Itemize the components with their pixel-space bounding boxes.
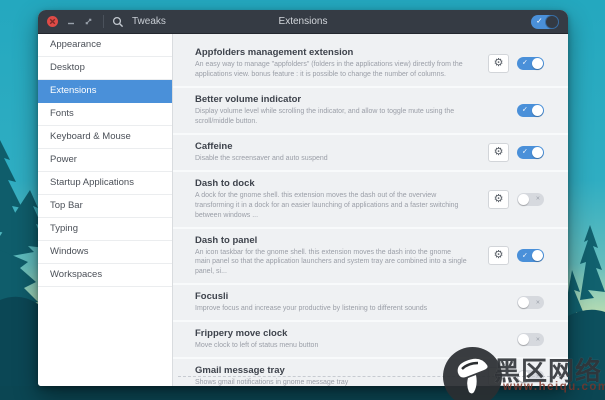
extension-title: Dash to panel	[195, 235, 467, 246]
extension-row-gmail-message-tray: Gmail message tray Shows gmail notificati…	[173, 357, 568, 386]
gear-icon: ⚙	[494, 250, 504, 261]
extension-description: Display volume level while scrolling the…	[195, 107, 467, 127]
minimize-icon	[67, 18, 75, 26]
sidebar-item-extensions[interactable]: Extensions	[38, 80, 172, 103]
cross-icon: ×	[536, 195, 540, 202]
extension-text: Dash to dock A dock for the gnome shell. …	[195, 178, 467, 221]
extension-title: Gmail message tray	[195, 365, 348, 376]
extension-controls: ⚙×	[480, 190, 544, 209]
extension-text: Dash to panel An icon taskbar for the gno…	[195, 235, 467, 278]
toggle-knob	[518, 334, 529, 345]
extension-row-dash-to-panel: Dash to panel An icon taskbar for the gno…	[173, 227, 568, 284]
extension-toggle[interactable]: ×	[517, 193, 544, 206]
extension-description: Move clock to left of status menu button	[195, 341, 318, 351]
titlebar: Tweaks Extensions ✓	[38, 10, 568, 34]
restore-icon	[84, 17, 93, 26]
sidebar: AppearanceDesktopExtensionsFontsKeyboard…	[38, 34, 173, 386]
extension-description: Disable the screensaver and auto suspend	[195, 154, 328, 164]
extension-toggle[interactable]: ×	[517, 296, 544, 309]
extension-text: Focusli Improve focus and increase your p…	[195, 291, 427, 314]
toggle-knob	[532, 147, 543, 158]
extension-row-frippery-move-clock: Frippery move clock Move clock to left of…	[173, 320, 568, 357]
extensions-panel: Appfolders management extension An easy w…	[173, 34, 568, 386]
extension-description: An easy way to manage "appfolders" (fold…	[195, 60, 467, 80]
sidebar-item-workspaces[interactable]: Workspaces	[38, 264, 172, 287]
sidebar-item-power[interactable]: Power	[38, 149, 172, 172]
app-label: Tweaks	[132, 16, 166, 27]
window-body: AppearanceDesktopExtensionsFontsKeyboard…	[38, 34, 568, 386]
close-button[interactable]	[47, 16, 58, 27]
sidebar-item-startup-applications[interactable]: Startup Applications	[38, 172, 172, 195]
sidebar-item-fonts[interactable]: Fonts	[38, 103, 172, 126]
titlebar-separator	[103, 15, 104, 28]
extension-text: Caffeine Disable the screensaver and auto…	[195, 141, 328, 164]
sidebar-item-appearance[interactable]: Appearance	[38, 34, 172, 57]
extension-toggle[interactable]: ✓	[517, 104, 544, 117]
extension-title: Caffeine	[195, 141, 328, 152]
gear-icon: ⚙	[494, 194, 504, 205]
extension-row-better-volume-indicator: Better volume indicator Display volume le…	[173, 86, 568, 133]
extension-title: Appfolders management extension	[195, 47, 467, 58]
check-icon: ✓	[536, 17, 543, 25]
extension-row-dash-to-dock: Dash to dock A dock for the gnome shell. …	[173, 170, 568, 227]
check-icon: ✓	[522, 149, 528, 156]
tweaks-window: Tweaks Extensions ✓ AppearanceDesktopExt…	[38, 10, 568, 386]
check-icon: ✓	[522, 60, 528, 67]
check-icon: ✓	[522, 107, 528, 114]
toggle-knob	[518, 194, 529, 205]
gear-icon: ⚙	[494, 58, 504, 69]
search-button[interactable]	[112, 16, 124, 28]
extension-toggle[interactable]: ✓	[517, 249, 544, 262]
sidebar-item-desktop[interactable]: Desktop	[38, 57, 172, 80]
extension-controls: ×	[509, 296, 544, 309]
toggle-knob	[518, 297, 529, 308]
extension-text: Appfolders management extension An easy w…	[195, 47, 467, 80]
extension-row-caffeine: Caffeine Disable the screensaver and auto…	[173, 133, 568, 170]
extension-settings-button[interactable]: ⚙	[488, 246, 509, 265]
extension-row-appfolders-management-extension: Appfolders management extension An easy w…	[173, 41, 568, 86]
extension-text: Frippery move clock Move clock to left of…	[195, 328, 318, 351]
extension-toggle[interactable]: ✓	[517, 146, 544, 159]
extension-toggle[interactable]: ✓	[517, 57, 544, 70]
extension-text: Better volume indicator Display volume le…	[195, 94, 467, 127]
extension-row-focusli: Focusli Improve focus and increase your p…	[173, 283, 568, 320]
extension-title: Frippery move clock	[195, 328, 318, 339]
close-icon	[49, 18, 56, 25]
extension-controls: ✓	[509, 104, 544, 117]
minimize-button[interactable]	[67, 18, 75, 26]
extension-description: An icon taskbar for the gnome shell. thi…	[195, 248, 467, 278]
scroll-cutoff-divider	[178, 376, 565, 377]
extension-controls: ×	[509, 333, 544, 346]
extension-controls: ⚙✓	[480, 54, 544, 73]
cross-icon: ×	[536, 299, 540, 306]
extension-title: Dash to dock	[195, 178, 467, 189]
extension-description: Shows gmail notifications in gnome messa…	[195, 378, 348, 386]
extensions-list: Appfolders management extension An easy w…	[173, 34, 568, 386]
sidebar-item-top-bar[interactable]: Top Bar	[38, 195, 172, 218]
sidebar-item-keyboard-mouse[interactable]: Keyboard & Mouse	[38, 126, 172, 149]
extension-settings-button[interactable]: ⚙	[488, 54, 509, 73]
extension-description: A dock for the gnome shell. this extensi…	[195, 191, 467, 221]
desktop: Tweaks Extensions ✓ AppearanceDesktopExt…	[0, 0, 605, 400]
toggle-knob	[532, 58, 543, 69]
check-icon: ✓	[522, 252, 528, 259]
extension-controls: ⚙✓	[480, 143, 544, 162]
extension-description: Improve focus and increase your producti…	[195, 304, 427, 314]
extension-settings-button[interactable]: ⚙	[488, 190, 509, 209]
cross-icon: ×	[536, 336, 540, 343]
extension-toggle[interactable]: ×	[517, 333, 544, 346]
toggle-knob	[532, 105, 543, 116]
extension-settings-button[interactable]: ⚙	[488, 143, 509, 162]
extensions-master-toggle[interactable]: ✓	[531, 15, 559, 29]
extension-title: Focusli	[195, 291, 427, 302]
gear-icon: ⚙	[494, 147, 504, 158]
extension-controls: ⚙✓	[480, 246, 544, 265]
maximize-button[interactable]	[84, 17, 93, 26]
sidebar-item-windows[interactable]: Windows	[38, 241, 172, 264]
toggle-knob	[546, 16, 558, 28]
extension-title: Better volume indicator	[195, 94, 467, 105]
sidebar-item-typing[interactable]: Typing	[38, 218, 172, 241]
search-icon	[112, 16, 124, 28]
toggle-knob	[532, 250, 543, 261]
